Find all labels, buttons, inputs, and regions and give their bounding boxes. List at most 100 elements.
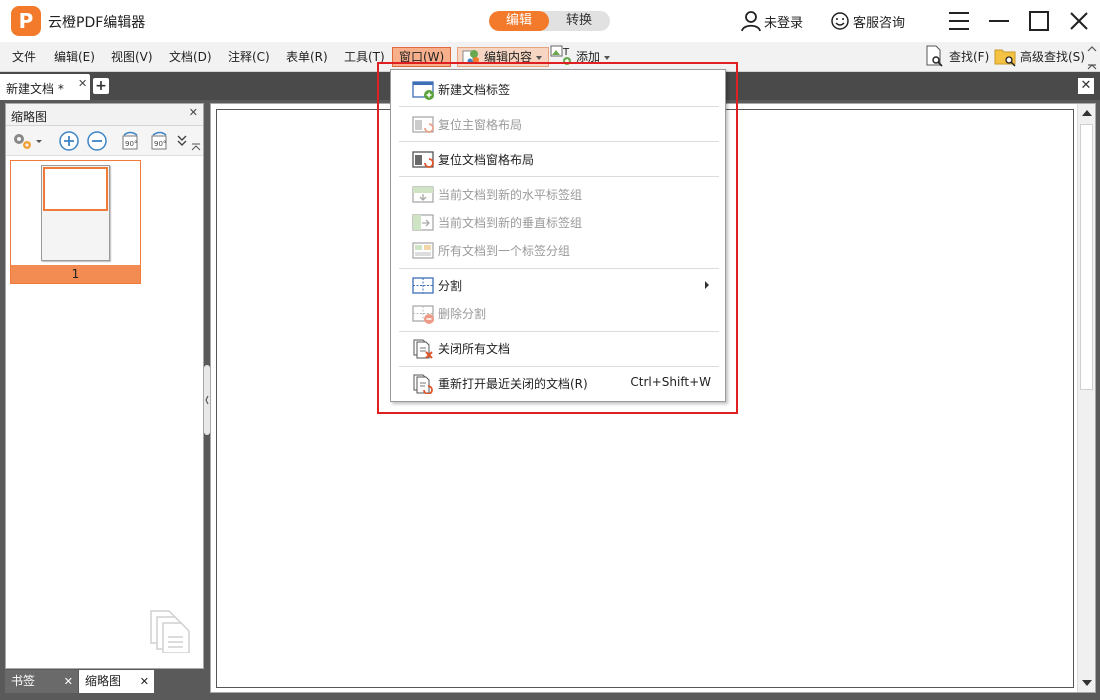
settings-gear-icon[interactable] <box>10 131 44 151</box>
thumbnail-frame <box>11 161 140 265</box>
menu-item-close-all-docs[interactable]: 关闭所有文档 <box>391 334 725 362</box>
page-preview <box>41 165 110 261</box>
split-icon <box>412 277 434 294</box>
find-doc-icon <box>926 45 943 67</box>
doc-tab-label: 新建文档 * <box>6 82 64 96</box>
mode-edit-button[interactable]: 编辑 <box>489 11 549 31</box>
chevron-down-icon <box>604 55 611 60</box>
zoom-out-icon[interactable] <box>86 131 108 151</box>
scrollbar-thumb[interactable] <box>1080 124 1093 390</box>
find-label: 查找(F) <box>949 50 990 64</box>
find-button[interactable]: 查找(F) <box>924 45 991 67</box>
menu-separator <box>399 176 719 177</box>
smile-icon <box>831 12 849 30</box>
maximize-icon[interactable] <box>1027 9 1051 33</box>
documents-watermark-icon <box>150 610 190 653</box>
title-bar: P 云橙PDF编辑器 编辑 转换 未登录 客服咨询 <box>0 0 1100 42</box>
menu-form[interactable]: 表单(R) <box>284 47 330 67</box>
viewport-indicator <box>43 167 108 211</box>
mode-convert-button[interactable]: 转换 <box>549 11 609 31</box>
page-number-label: 1 <box>11 265 140 283</box>
scroll-down-icon[interactable] <box>1082 680 1092 686</box>
menu-item-new-horizontal-group[interactable]: 当前文档到新的水平标签组 <box>391 180 725 208</box>
tab-thumbnails[interactable]: 缩略图 ✕ <box>79 670 154 693</box>
menu-annotate[interactable]: 注释(C) <box>226 47 272 67</box>
menu-item-new-doc-tab[interactable]: 新建文档标签 <box>391 75 725 103</box>
menu-file[interactable]: 文件 <box>10 47 38 67</box>
menu-view[interactable]: 视图(V) <box>109 47 155 67</box>
collapse-ribbon-icon[interactable] <box>1087 43 1097 71</box>
menu-item-shortcut: Ctrl+Shift+W <box>630 375 711 389</box>
menu-separator <box>399 106 719 107</box>
mode-switch: 编辑 转换 <box>489 11 610 31</box>
menu-item-merge-all-groups[interactable]: 所有文档到一个标签分组 <box>391 236 725 264</box>
close-all-tabs-icon[interactable]: ✕ <box>1078 78 1094 94</box>
minimize-icon[interactable] <box>987 9 1011 33</box>
submenu-arrow-icon <box>705 281 709 289</box>
tab-bookmarks[interactable]: 书签 ✕ <box>5 670 78 693</box>
menu-item-reset-main-layout[interactable]: 复位主窗格布局 <box>391 110 725 138</box>
close-window-icon[interactable] <box>1067 9 1091 33</box>
menu-item-new-vertical-group[interactable]: 当前文档到新的垂直标签组 <box>391 208 725 236</box>
panel-tabs: 书签 ✕ 缩略图 ✕ <box>5 670 204 693</box>
svg-text:90°: 90° <box>154 140 166 148</box>
hamburger-menu-icon[interactable] <box>947 9 971 33</box>
menu-edit[interactable]: 编辑(E) <box>52 47 97 67</box>
zoom-in-icon[interactable] <box>58 131 80 151</box>
merge-groups-icon <box>412 242 434 259</box>
menu-item-remove-split[interactable]: 删除分割 <box>391 299 725 327</box>
menu-item-label: 复位主窗格布局 <box>438 118 523 132</box>
rotate-right-icon[interactable]: 90° <box>148 131 170 151</box>
vertical-group-icon <box>412 214 434 231</box>
menu-item-label: 关闭所有文档 <box>438 342 511 356</box>
rotate-left-icon[interactable]: 90° <box>120 131 142 151</box>
support-label: 客服咨询 <box>853 15 906 31</box>
panel-collapse-icon[interactable] <box>191 142 201 152</box>
login-button[interactable]: 未登录 <box>740 10 803 32</box>
scroll-up-icon[interactable] <box>1082 110 1092 116</box>
doc-tab[interactable]: 新建文档 * ✕ <box>0 74 90 100</box>
page-thumbnail[interactable]: 1 <box>10 160 141 284</box>
svg-text:90°: 90° <box>125 140 137 148</box>
edit-content-icon <box>462 50 479 64</box>
folder-search-icon <box>994 49 1016 67</box>
app-title: 云橙PDF编辑器 <box>48 15 146 31</box>
login-label: 未登录 <box>764 15 804 31</box>
edit-content-label: 编辑内容 <box>484 50 533 64</box>
menu-item-reopen-last-closed[interactable]: 重新打开最近关闭的文档(R) Ctrl+Shift+W <box>391 369 725 397</box>
thumbnail-panel-header: 缩略图 ✕ <box>6 104 203 126</box>
close-panel-icon[interactable]: ✕ <box>189 106 198 119</box>
edit-content-button[interactable]: 编辑内容 <box>457 47 550 67</box>
menu-document[interactable]: 文档(D) <box>167 47 214 67</box>
add-text-icon: T <box>550 45 571 65</box>
close-bookmarks-tab-icon[interactable]: ✕ <box>64 670 73 693</box>
support-button[interactable]: 客服咨询 <box>830 10 905 32</box>
reset-layout-icon <box>412 116 434 133</box>
menu-item-label: 复位文档窗格布局 <box>438 153 535 167</box>
menu-item-split[interactable]: 分割 <box>391 271 725 299</box>
menu-item-label: 分割 <box>438 279 463 293</box>
more-tools-chevron-icon[interactable] <box>176 131 188 151</box>
horizontal-group-icon <box>412 186 434 203</box>
menu-window[interactable]: 窗口(W) <box>392 47 452 67</box>
add-tab-icon[interactable]: + <box>93 78 109 94</box>
advanced-find-button[interactable]: 高级查找(S) <box>994 47 1087 67</box>
menu-item-label: 新建文档标签 <box>438 83 511 97</box>
menu-separator <box>399 141 719 142</box>
vertical-scrollbar[interactable] <box>1077 104 1095 692</box>
app-logo: P <box>11 6 41 36</box>
close-thumbnails-tab-icon[interactable]: ✕ <box>140 670 149 693</box>
remove-split-icon <box>412 305 434 324</box>
close-tab-icon[interactable]: ✕ <box>78 77 87 90</box>
menu-item-label: 当前文档到新的水平标签组 <box>438 188 583 202</box>
menu-item-reset-doc-layout[interactable]: 复位文档窗格布局 <box>391 145 725 173</box>
app-logo-letter: P <box>18 9 34 33</box>
add-button[interactable]: T 添加 <box>550 45 612 67</box>
chevron-down-icon <box>536 55 543 60</box>
menu-bar: 文件 编辑(E) 视图(V) 文档(D) 注释(C) 表单(R) 工具(T) 窗… <box>0 42 1100 72</box>
add-label: 添加 <box>576 50 601 64</box>
reset-doc-layout-icon <box>412 151 434 168</box>
close-all-docs-icon <box>413 339 433 359</box>
advanced-find-label: 高级查找(S) <box>1020 50 1085 64</box>
menu-tools[interactable]: 工具(T) <box>342 47 387 67</box>
